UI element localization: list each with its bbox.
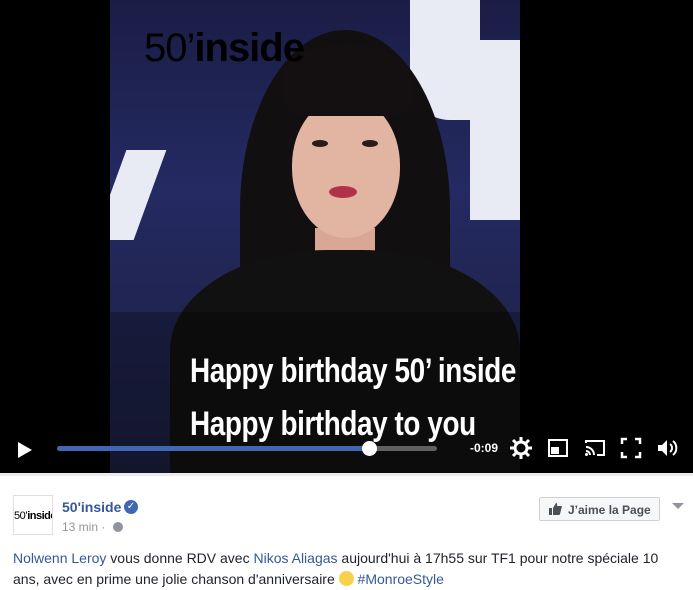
fullscreen-icon[interactable] [619,436,643,460]
verified-badge-icon: ✓ [124,500,138,514]
video-logo: 50’inside [144,26,305,71]
hashtag-link[interactable]: #MonroeStyle [358,571,444,587]
page-name-link[interactable]: 50'inside [62,499,121,515]
progress-fill [57,446,369,451]
video-logo-number: 50’ [144,26,195,70]
globe-icon[interactable] [112,522,123,532]
post-timestamp[interactable]: 13 min [62,520,98,534]
avatar-logo-number: 50’ [14,510,28,522]
page-avatar[interactable]: 50’inside [13,495,53,535]
like-page-button[interactable]: J’aime la Page [539,497,660,521]
thumbs-up-icon [549,503,562,515]
time-remaining: -0:09 [470,441,499,455]
subtitle-line-1: Happy birthday 50’ inside [190,352,516,390]
smile-emoji-icon [338,571,354,586]
meta-separator: · [101,520,106,534]
video-logo-word: inside [194,26,305,70]
post-meta: 13 min · [62,520,123,534]
cast-icon[interactable] [583,436,607,460]
video-player[interactable]: 50’inside Happy birthday 50’ inside Happ… [0,0,693,473]
post-text-part: vous donne RDV avec [106,550,254,566]
chevron-down-icon[interactable] [672,503,684,509]
like-page-label: J’aime la Page [568,503,651,517]
mention-link[interactable]: Nolwenn Leroy [13,550,106,566]
progress-handle[interactable] [361,441,377,456]
background-graphic [470,40,520,220]
picture-in-picture-icon[interactable] [546,436,570,460]
person-eye [362,140,378,147]
video-controls: -0:09 [0,425,693,473]
person-lips [329,186,357,198]
mention-link[interactable]: Nikos Aliagas [253,550,337,566]
person-eye [312,140,328,147]
progress-bar[interactable] [57,441,437,456]
person-face [292,98,400,238]
post-text: Nolwenn Leroy vous donne RDV avec Nikos … [13,548,673,590]
play-icon[interactable] [18,442,32,458]
background-graphic [110,150,167,240]
gear-icon[interactable] [509,436,533,460]
avatar-logo-word: inside [27,510,52,522]
volume-icon[interactable] [655,436,679,460]
